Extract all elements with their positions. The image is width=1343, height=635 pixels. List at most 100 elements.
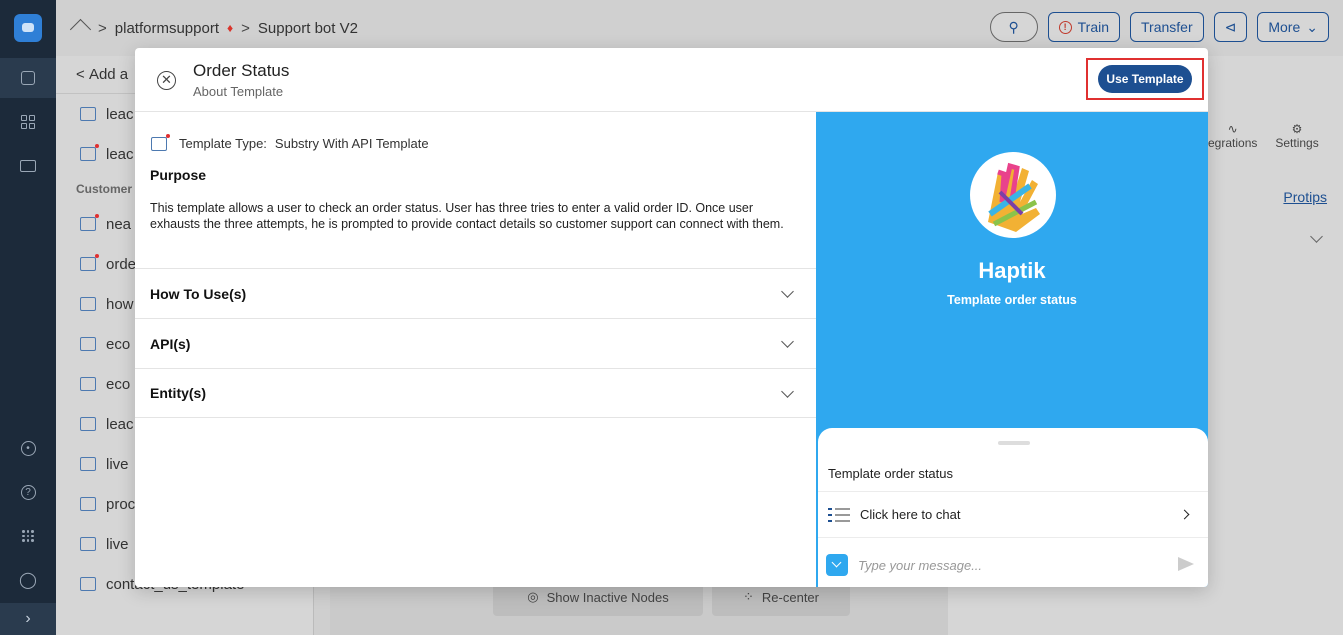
template-type: Template Type: Substry With API Template <box>151 133 429 151</box>
list-item-label: live <box>106 455 129 473</box>
flow-icon <box>80 417 96 431</box>
use-template-button[interactable]: Use Template <box>1098 65 1192 93</box>
apps-grid-icon <box>22 530 34 542</box>
search-button[interactable]: ⚲ <box>989 12 1038 42</box>
nav-profile[interactable]: ◯ <box>0 560 56 600</box>
more-button[interactable]: More ⌄ <box>1257 12 1329 42</box>
chevron-down-icon <box>781 285 794 298</box>
chevron-down-icon <box>781 385 794 398</box>
settings-label: Settings <box>1275 136 1319 150</box>
share-button[interactable]: ⊲ <box>1213 12 1248 42</box>
list-item-label: leac <box>106 415 134 433</box>
send-icon[interactable] <box>1178 557 1194 571</box>
modal-subtitle: About Template <box>193 84 284 99</box>
chat-title: Template order status <box>828 466 954 481</box>
close-icon[interactable]: ✕ <box>157 71 176 90</box>
purpose-title: Purpose <box>150 167 207 183</box>
chevron-down-icon[interactable] <box>1310 230 1323 243</box>
nav-dashboard[interactable] <box>0 102 56 142</box>
nav-business[interactable] <box>0 146 56 186</box>
modal-title: Order Status <box>193 61 290 80</box>
list-icon <box>828 505 850 525</box>
superhero-icon: ♦ <box>226 21 234 35</box>
chevron-down-icon: ⌄ <box>1306 18 1318 35</box>
bot-preview: Haptik Template order status Template or… <box>816 112 1208 587</box>
flow-icon <box>80 254 99 271</box>
breadcrumb-platformsupport[interactable]: platformsupport <box>115 20 219 37</box>
flow-icon <box>80 457 96 471</box>
accordion-label: API(s) <box>150 335 191 352</box>
list-item-label: eco <box>106 335 131 353</box>
briefcase-icon <box>20 160 36 172</box>
tab-integrations[interactable]: ∿ egrations <box>1208 122 1257 150</box>
template-modal: ✕ Order Status About Template Use Templa… <box>135 48 1208 587</box>
nav-bot-builder[interactable] <box>0 58 56 98</box>
recenter-icon: ⁘ <box>743 589 754 604</box>
drag-handle[interactable] <box>998 441 1030 445</box>
brand-subtitle: Template order status <box>947 293 1077 307</box>
flow-icon <box>80 144 99 161</box>
purpose-description: This template allows a user to check an … <box>150 201 784 231</box>
search-icon: ⚲ <box>1008 18 1019 35</box>
chevron-right-icon: › <box>25 610 31 627</box>
share-icon: ⊲ <box>1224 18 1237 35</box>
flow-icon <box>80 537 96 551</box>
more-label: More <box>1268 19 1301 35</box>
message-input[interactable] <box>858 557 1158 573</box>
accordion-label: How To Use(s) <box>150 285 247 302</box>
list-item-label: orde <box>106 255 137 273</box>
breadcrumb: > platformsupport ♦ > Support bot V2 <box>98 20 358 37</box>
template-type-label: Template Type: <box>179 136 267 151</box>
flow-icon <box>80 337 96 351</box>
nav-help[interactable]: ? <box>0 472 56 512</box>
chevron-down-icon[interactable] <box>826 554 848 576</box>
accordion-how-to-use[interactable]: How To Use(s) <box>135 268 816 318</box>
left-rail: • ? ◯ › <box>0 0 56 635</box>
list-item-label: how <box>106 295 134 313</box>
list-item-label: leac <box>106 145 134 163</box>
expand-rail-button[interactable]: › <box>0 603 56 635</box>
bot-logo-icon[interactable] <box>14 14 42 42</box>
flow-icon <box>80 497 96 511</box>
lightbulb-icon: • <box>20 440 36 456</box>
cylinder-icon <box>21 71 35 85</box>
flow-icon <box>80 214 99 231</box>
list-item-label: proc <box>106 495 136 513</box>
flow-icon <box>80 107 96 121</box>
transfer-label: Transfer <box>1141 19 1193 35</box>
modal-header: ✕ Order Status About Template Use Templa… <box>135 48 1208 112</box>
train-label: Train <box>1077 19 1110 35</box>
eye-icon: ◎ <box>527 589 539 604</box>
train-button[interactable]: ! Train <box>1047 12 1121 42</box>
protips-link[interactable]: Protips <box>1283 189 1327 205</box>
flow-icon <box>80 297 96 311</box>
integrations-icon: ∿ <box>1227 122 1238 136</box>
template-details: Template Type: Substry With API Template… <box>135 112 816 587</box>
chevron-right-icon: > <box>241 19 250 37</box>
show-inactive-label: Show Inactive Nodes <box>546 589 669 605</box>
nav-lightbulb[interactable]: • <box>0 428 56 468</box>
chevron-right-icon <box>1179 509 1190 520</box>
nav-apps[interactable] <box>0 516 56 556</box>
flow-icon <box>80 377 96 391</box>
user-icon: ◯ <box>19 572 37 589</box>
click-to-chat-option[interactable]: Click here to chat <box>818 491 1208 538</box>
breadcrumb-bot[interactable]: Support bot V2 <box>258 20 358 37</box>
accordion-label: Entity(s) <box>150 385 206 401</box>
flow-icon <box>80 577 96 591</box>
transfer-button[interactable]: Transfer <box>1130 12 1204 42</box>
tab-settings[interactable]: ⚙ Settings <box>1275 122 1318 150</box>
home-icon[interactable] <box>70 19 92 37</box>
accordion-entity[interactable]: Entity(s) <box>135 368 816 418</box>
list-item-label: leac <box>106 105 134 123</box>
brand-name: Haptik <box>978 258 1046 283</box>
list-item-label: live <box>106 535 129 553</box>
integrations-label: egrations <box>1208 136 1258 150</box>
accordion-api[interactable]: API(s) <box>135 318 816 368</box>
message-composer <box>826 553 1200 577</box>
warning-icon: ! <box>1058 20 1072 34</box>
flow-icon <box>151 133 170 151</box>
list-item-label: nea <box>106 215 132 233</box>
chevron-down-icon <box>781 335 794 348</box>
template-type-value: Substry With API Template <box>274 136 429 151</box>
